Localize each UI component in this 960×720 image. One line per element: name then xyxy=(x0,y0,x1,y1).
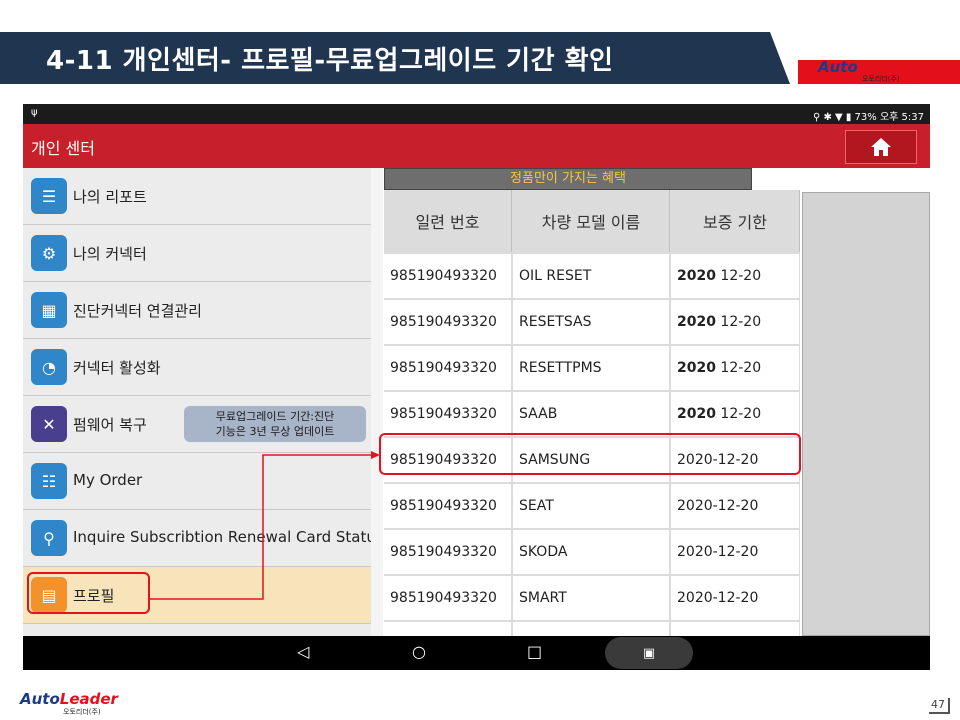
serial-cell: 985190493320 xyxy=(384,254,511,298)
sidebar-item-my-connector[interactable]: ⚙ 나의 커넥터 xyxy=(23,225,371,282)
search-icon: ⚲ xyxy=(31,520,67,556)
serial-cell xyxy=(384,622,511,636)
home-icon xyxy=(871,138,891,156)
home-button[interactable] xyxy=(845,130,917,164)
footer-logo: AutoLeader xyxy=(20,690,118,708)
tooltip-line: 무료업그레이드 기간:진단 xyxy=(215,410,335,423)
connector-icon: ⚙ xyxy=(31,235,67,271)
sidebar-item-label: 진단커넥터 연결관리 xyxy=(73,302,202,320)
warranty-rest: 12-20 xyxy=(715,360,762,376)
genuine-benefit-banner: 정품만이 가지는 혜택 xyxy=(384,168,752,190)
column-header-serial: 일련 번호 xyxy=(384,190,512,252)
highlight-profile-box xyxy=(27,572,150,614)
table-row[interactable]: 985190493320 SAAB 2020 12-20 xyxy=(384,392,800,436)
sidebar-item-label: 나의 리포트 xyxy=(73,188,147,206)
warranty-cell: 2020-12-20 xyxy=(671,576,799,620)
warranty-table: 일련 번호 차량 모델 이름 보증 기한 985190493320 OIL RE… xyxy=(384,190,800,636)
warranty-cell: 2020-12-20 xyxy=(671,484,799,528)
sidebar-item-label: 커넥터 활성화 xyxy=(73,359,161,377)
model-cell: RESETSAS xyxy=(513,300,669,344)
column-header-warranty: 보증 기한 xyxy=(671,190,800,252)
table-row[interactable]: 985190493320 OIL RESET 2020 12-20 xyxy=(384,254,800,298)
warranty-rest: 12-20 xyxy=(715,314,762,330)
warranty-cell: 2020 12-20 xyxy=(671,254,799,298)
page-number: 47 xyxy=(929,698,950,714)
table-row[interactable]: 985190493320 SKODA 2020-12-20 xyxy=(384,530,800,574)
model-cell: RESETTPMS xyxy=(513,346,669,390)
table-row[interactable]: 985190493320 SMART 2020-12-20 xyxy=(384,576,800,620)
table-row[interactable]: 985190493320 RESETTPMS 2020 12-20 xyxy=(384,346,800,390)
app-title: 개인 센터 xyxy=(31,139,95,158)
sidebar-item-my-order[interactable]: ☷ My Order xyxy=(23,453,371,510)
serial-cell: 985190493320 xyxy=(384,530,511,574)
app-bar: 개인 센터 xyxy=(23,124,930,168)
serial-cell: 985190493320 xyxy=(384,484,511,528)
serial-cell: 985190493320 xyxy=(384,300,511,344)
table-row[interactable]: 985190493320 SEAT 2020-12-20 xyxy=(384,484,800,528)
back-icon[interactable]: ◁ xyxy=(297,642,309,661)
model-cell: SEAT xyxy=(513,484,669,528)
model-cell xyxy=(513,622,669,636)
warranty-cell: 2020 12-20 xyxy=(671,346,799,390)
warranty-year: 2020 xyxy=(677,268,716,284)
gallery-icon: ▣ xyxy=(642,645,656,661)
serial-cell: 985190493320 xyxy=(384,576,511,620)
connector-manage-icon: ▦ xyxy=(31,292,67,328)
content-area: ☰ 나의 리포트 ⚙ 나의 커넥터 ▦ 진단커넥터 연결관리 ◔ 커넥터 활성화… xyxy=(23,168,930,637)
table-row-partial xyxy=(384,622,800,636)
warranty-rest: 12-20 xyxy=(715,268,762,284)
sidebar-item-label: My Order xyxy=(73,471,143,489)
recents-icon[interactable]: □ xyxy=(527,642,542,661)
status-indicators: ⚲ ✱ ▼ ▮ 73% 오후 5:37 xyxy=(812,112,924,123)
tooltip-line: 기능은 3년 무상 업데이트 xyxy=(215,425,335,438)
model-cell: OIL RESET xyxy=(513,254,669,298)
warranty-year: 2020 xyxy=(677,314,716,330)
sidebar-item-label: 펌웨어 복구 xyxy=(73,416,147,434)
slide-title: 4-11 개인센터- 프로필-무료업그레이드 기간 확인 xyxy=(46,46,614,76)
sidebar-item-label: 나의 커넥터 xyxy=(73,245,147,263)
android-nav-bar: ◁ ○ □ ▣ xyxy=(23,636,930,670)
order-icon: ☷ xyxy=(31,463,67,499)
warranty-cell: 2020 12-20 xyxy=(671,300,799,344)
column-header-model: 차량 모델 이름 xyxy=(513,190,670,252)
footer-logo-sub: 오토리더(주) xyxy=(63,708,101,716)
gauge-icon: ◔ xyxy=(31,349,67,385)
tools-icon: ✕ xyxy=(31,406,67,442)
sidebar-item-activate-connector[interactable]: ◔ 커넥터 활성화 xyxy=(23,339,371,396)
table-row[interactable]: 985190493320 RESETSAS 2020 12-20 xyxy=(384,300,800,344)
sidebar: ☰ 나의 리포트 ⚙ 나의 커넥터 ▦ 진단커넥터 연결관리 ◔ 커넥터 활성화… xyxy=(23,168,384,637)
usb-icon: ψ xyxy=(31,107,38,118)
highlight-row-box xyxy=(379,433,801,475)
detail-panel xyxy=(802,192,930,636)
sidebar-item-label: Inquire Subscribtion Renewal Card Status xyxy=(73,528,384,546)
sidebar-divider xyxy=(371,168,383,636)
gallery-button[interactable]: ▣ xyxy=(605,637,693,669)
model-cell: SKODA xyxy=(513,530,669,574)
report-icon: ☰ xyxy=(31,178,67,214)
status-bar: ψ ⚲ ✱ ▼ ▮ 73% 오후 5:37 xyxy=(23,104,930,124)
warranty-cell: 2020-12-20 xyxy=(671,530,799,574)
sidebar-item-my-report[interactable]: ☰ 나의 리포트 xyxy=(23,168,371,225)
warranty-year: 2020 xyxy=(677,406,716,422)
home-nav-icon[interactable]: ○ xyxy=(412,642,426,661)
serial-cell: 985190493320 xyxy=(384,346,511,390)
upgrade-period-tooltip: 무료업그레이드 기간:진단 기능은 3년 무상 업데이트 xyxy=(184,406,366,442)
model-cell: SMART xyxy=(513,576,669,620)
serial-cell: 985190493320 xyxy=(384,392,511,436)
sidebar-item-connector-manage[interactable]: ▦ 진단커넥터 연결관리 xyxy=(23,282,371,339)
warranty-cell xyxy=(671,622,799,636)
header-logo-sub: 오토리더(주) xyxy=(862,75,900,83)
sidebar-item-subscription-status[interactable]: ⚲ Inquire Subscribtion Renewal Card Stat… xyxy=(23,510,384,567)
warranty-year: 2020 xyxy=(677,360,716,376)
model-cell: SAAB xyxy=(513,392,669,436)
tablet-screen: ψ ⚲ ✱ ▼ ▮ 73% 오후 5:37 개인 센터 ☰ 나의 리포트 ⚙ 나… xyxy=(23,104,930,670)
warranty-rest: 12-20 xyxy=(715,406,762,422)
warranty-cell: 2020 12-20 xyxy=(671,392,799,436)
